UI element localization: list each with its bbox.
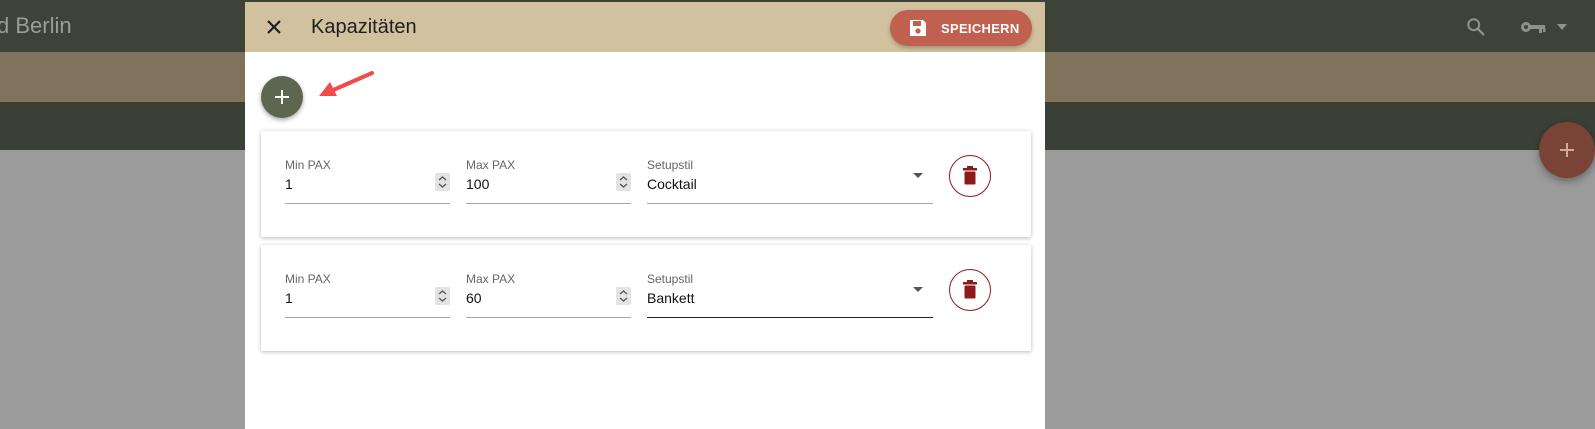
red-arrow-annotation xyxy=(319,71,374,96)
min-pax-label: Min PAX xyxy=(285,272,331,286)
setup-style-label: Setupstil xyxy=(647,272,694,286)
setup-style-value[interactable]: Cocktail xyxy=(647,176,697,192)
capacities-dialog: Kapazitäten SPEICHERN Min PAX 1 Max PAX … xyxy=(245,2,1045,429)
plus-icon xyxy=(275,90,289,104)
caret-down-icon[interactable] xyxy=(1557,24,1567,30)
setup-style-select[interactable]: Setupstil Cocktail xyxy=(647,155,933,204)
max-pax-label: Max PAX xyxy=(466,158,516,172)
stepper-arrows-icon xyxy=(438,290,447,302)
dropdown-caret-icon[interactable] xyxy=(913,287,923,292)
max-pax-field[interactable]: Max PAX 60 xyxy=(466,269,631,318)
setup-style-label: Setupstil xyxy=(647,158,694,172)
stepper-arrows-icon xyxy=(619,176,628,188)
max-pax-value[interactable]: 60 xyxy=(466,290,482,306)
dialog-header: Kapazitäten SPEICHERN xyxy=(245,2,1045,52)
dialog-title: Kapazitäten xyxy=(311,16,417,38)
stepper-arrows-icon xyxy=(438,176,447,188)
stepper-arrows-icon xyxy=(619,290,628,302)
max-pax-field[interactable]: Max PAX 100 xyxy=(466,155,631,204)
delete-capacity-button[interactable] xyxy=(949,155,991,197)
min-pax-value[interactable]: 1 xyxy=(285,290,293,306)
number-stepper[interactable] xyxy=(616,287,631,305)
plus-icon xyxy=(1560,143,1574,157)
setup-style-select[interactable]: Setupstil Bankett xyxy=(647,269,933,318)
setup-style-value[interactable]: Bankett xyxy=(647,290,694,306)
number-stepper[interactable] xyxy=(435,287,450,305)
save-icon xyxy=(910,20,926,36)
min-pax-label: Min PAX xyxy=(285,158,331,172)
app-title: d Berlin xyxy=(0,13,72,38)
search-icon[interactable] xyxy=(1465,16,1487,38)
min-pax-value[interactable]: 1 xyxy=(285,176,293,192)
close-icon[interactable] xyxy=(261,14,287,40)
delete-capacity-button[interactable] xyxy=(949,269,991,311)
key-icon[interactable] xyxy=(1520,18,1546,36)
capacity-row: Min PAX 1 Max PAX 100 Setupstil Cocktail xyxy=(261,131,1031,237)
number-stepper[interactable] xyxy=(616,173,631,191)
max-pax-value[interactable]: 100 xyxy=(466,176,489,192)
dropdown-caret-icon[interactable] xyxy=(913,173,923,178)
min-pax-field[interactable]: Min PAX 1 xyxy=(285,155,450,204)
number-stepper[interactable] xyxy=(435,173,450,191)
trash-icon xyxy=(963,166,977,185)
max-pax-label: Max PAX xyxy=(466,272,516,286)
background-add-button[interactable] xyxy=(1539,122,1595,178)
add-capacity-button[interactable] xyxy=(261,76,303,118)
save-button[interactable]: SPEICHERN xyxy=(890,10,1032,46)
min-pax-field[interactable]: Min PAX 1 xyxy=(285,269,450,318)
trash-icon xyxy=(963,280,977,299)
capacity-row: Min PAX 1 Max PAX 60 Setupstil Bankett xyxy=(261,245,1031,351)
save-button-label: SPEICHERN xyxy=(941,21,1020,36)
